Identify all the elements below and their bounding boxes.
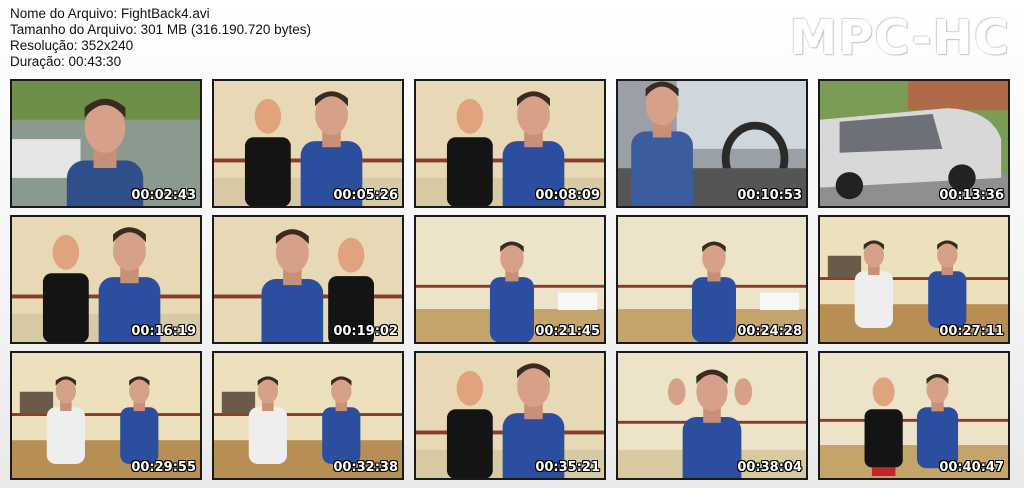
file-size-text: Tamanho do Arquivo: 301 MB (316.190.720 … (10, 22, 311, 37)
thumbnail-frame: 00:21:45 (414, 215, 606, 344)
thumbnail-frame: 00:32:38 (212, 351, 404, 480)
frame-timestamp: 00:05:26 (333, 188, 398, 203)
frame-timestamp: 00:19:02 (333, 324, 398, 339)
thumbnail-frame: 00:38:04 (616, 351, 808, 480)
resolution-text: Resolução: 352x240 (10, 38, 134, 53)
frame-timestamp: 00:29:55 (131, 460, 196, 475)
thumbnail-frame: 00:35:21 (414, 351, 606, 480)
mpc-hc-logo: MPC-HC (789, 10, 1010, 66)
frame-timestamp: 00:13:36 (939, 188, 1004, 203)
thumbnail-frame: 00:10:53 (616, 79, 808, 208)
frame-timestamp: 00:10:53 (737, 188, 802, 203)
file-info-panel: Nome do Arquivo: FightBack4.avi Tamanho … (10, 6, 311, 70)
thumbnail-frame: 00:24:28 (616, 215, 808, 344)
thumbnail-frame: 00:40:47 (818, 351, 1010, 480)
thumbnail-frame: 00:27:11 (818, 215, 1010, 344)
frame-timestamp: 00:35:21 (535, 460, 600, 475)
file-name-text: Nome do Arquivo: FightBack4.avi (10, 6, 210, 21)
thumbnail-frame: 00:29:55 (10, 351, 202, 480)
thumbnail-frame: 00:16:19 (10, 215, 202, 344)
thumbnail-frame: 00:19:02 (212, 215, 404, 344)
thumbnail-frame: 00:05:26 (212, 79, 404, 208)
frame-timestamp: 00:32:38 (333, 460, 398, 475)
frame-timestamp: 00:16:19 (131, 324, 196, 339)
duration-text: Duração: 00:43:30 (10, 54, 122, 69)
thumbnail-grid: 00:02:43 00:05:26 00:08:09 00:10:53 00:1… (10, 79, 1010, 480)
frame-timestamp: 00:40:47 (939, 460, 1004, 475)
thumbnail-frame: 00:02:43 (10, 79, 202, 208)
thumbnail-frame: 00:08:09 (414, 79, 606, 208)
frame-timestamp: 00:21:45 (535, 324, 600, 339)
frame-timestamp: 00:02:43 (131, 188, 196, 203)
frame-timestamp: 00:08:09 (535, 188, 600, 203)
frame-timestamp: 00:38:04 (737, 460, 802, 475)
frame-timestamp: 00:24:28 (737, 324, 802, 339)
thumbnail-frame: 00:13:36 (818, 79, 1010, 208)
frame-timestamp: 00:27:11 (939, 324, 1004, 339)
